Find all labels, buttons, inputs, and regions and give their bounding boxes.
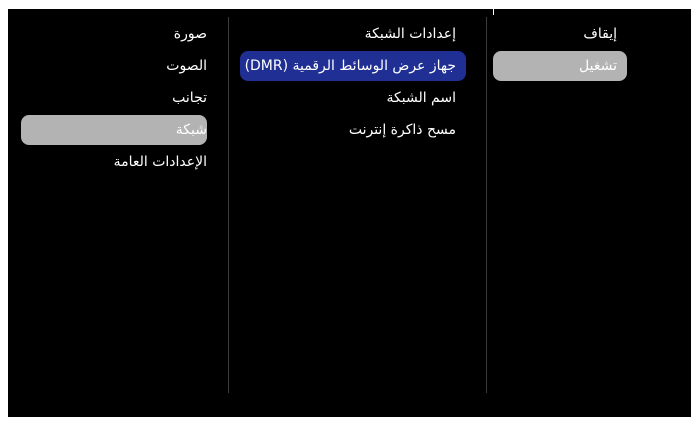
submenu-item-label: إعدادات الشبكة (364, 26, 456, 42)
submenu-item-label: مسح ذاكرة إنترنت (348, 122, 456, 138)
option-on[interactable]: تشغيل (493, 51, 627, 81)
submenu-item-clear-internet-memory[interactable]: مسح ذاكرة إنترنت (240, 115, 466, 145)
menu-item-general-settings[interactable]: الإعدادات العامة (21, 147, 207, 177)
main-menu: صورة الصوت تجانب شبكة الإعدادات العامة (21, 19, 207, 179)
menu-item-label: تجانب (172, 90, 207, 106)
menu-item-label: الإعدادات العامة (113, 154, 207, 170)
tv-settings-screen: صورة الصوت تجانب شبكة الإعدادات العامة إ… (8, 9, 691, 417)
menu-item-sound[interactable]: الصوت (21, 51, 207, 81)
submenu-item-dmr[interactable]: جهاز عرض الوسائط الرقمية (DMR) (240, 51, 466, 81)
option-label: تشغيل (579, 58, 617, 74)
submenu-item-network-settings[interactable]: إعدادات الشبكة (240, 19, 466, 49)
submenu-item-label: اسم الشبكة (386, 90, 457, 106)
option-label: إيقاف (583, 26, 617, 42)
option-off[interactable]: إيقاف (493, 19, 627, 49)
menu-item-label: شبكة (175, 122, 207, 138)
top-marker (493, 9, 494, 15)
menu-item-label: الصوت (166, 58, 207, 74)
menu-item-tiling[interactable]: تجانب (21, 83, 207, 113)
submenu-item-network-name[interactable]: اسم الشبكة (240, 83, 466, 113)
network-submenu: إعدادات الشبكة جهاز عرض الوسائط الرقمية … (240, 19, 466, 147)
column-divider (228, 17, 229, 393)
submenu-item-label: جهاز عرض الوسائط الرقمية (DMR) (244, 58, 456, 74)
menu-item-network[interactable]: شبكة (21, 115, 207, 145)
dmr-options: إيقاف تشغيل (493, 19, 627, 83)
menu-item-label: صورة (173, 26, 207, 42)
menu-item-picture[interactable]: صورة (21, 19, 207, 49)
column-divider (486, 17, 487, 393)
